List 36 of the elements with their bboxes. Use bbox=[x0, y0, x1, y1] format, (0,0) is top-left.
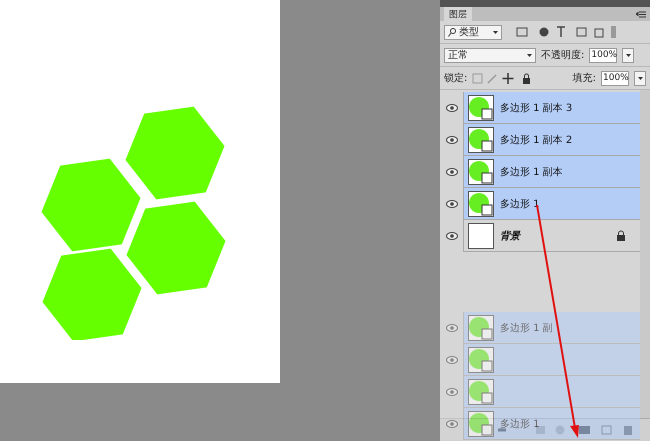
search-icon bbox=[448, 28, 456, 36]
filter-label: 类型 bbox=[459, 26, 479, 39]
eye-icon[interactable] bbox=[446, 104, 458, 112]
layer-row[interactable] bbox=[440, 344, 640, 376]
opacity-dropdown[interactable] bbox=[622, 48, 634, 62]
menu-icon[interactable] bbox=[636, 11, 646, 18]
eye-icon[interactable] bbox=[446, 136, 458, 144]
eye-icon[interactable] bbox=[446, 200, 458, 208]
caret-icon bbox=[493, 30, 498, 34]
opacity-label: 不透明度: bbox=[541, 48, 584, 62]
caret-icon bbox=[527, 54, 532, 56]
layer-name: 多边形 1 副本 bbox=[500, 166, 563, 178]
caret-icon bbox=[626, 54, 631, 56]
layer-name: 多边形 1 副本 3 bbox=[500, 102, 572, 114]
lock-label: 锁定: bbox=[444, 72, 468, 85]
layer-row[interactable]: 多边形 1 副本 3 bbox=[440, 92, 640, 124]
layer-name: 多边形 1 副本 2 bbox=[500, 134, 572, 146]
fill-field[interactable]: 100% bbox=[601, 70, 629, 86]
caret-icon bbox=[638, 76, 642, 80]
layer-name: 多边形 1 副 bbox=[500, 322, 553, 334]
layer-row[interactable]: 多边形 1 副 bbox=[440, 312, 640, 344]
layer-thumbnail bbox=[468, 222, 494, 248]
filter-dropdown[interactable]: 类型 bbox=[444, 24, 502, 40]
opacity-field[interactable]: 100% bbox=[589, 48, 618, 62]
eye-icon[interactable] bbox=[446, 232, 458, 240]
fill-label: 填充: bbox=[572, 72, 596, 85]
layer-row[interactable]: 多边形 1 副本 bbox=[440, 156, 640, 188]
layer-name: 背景 bbox=[500, 230, 520, 242]
layers-tab[interactable]: 图层 bbox=[444, 7, 472, 21]
eye-icon[interactable] bbox=[446, 168, 458, 176]
layer-row[interactable]: 多边形 1 副本 2 bbox=[440, 124, 640, 156]
blend-mode-dropdown[interactable]: 正常 bbox=[444, 48, 536, 62]
layer-name: 多边形 1 bbox=[500, 418, 540, 430]
layer-row[interactable]: 背景 bbox=[440, 220, 640, 252]
layer-row[interactable] bbox=[440, 376, 640, 408]
fill-dropdown[interactable] bbox=[634, 70, 646, 86]
